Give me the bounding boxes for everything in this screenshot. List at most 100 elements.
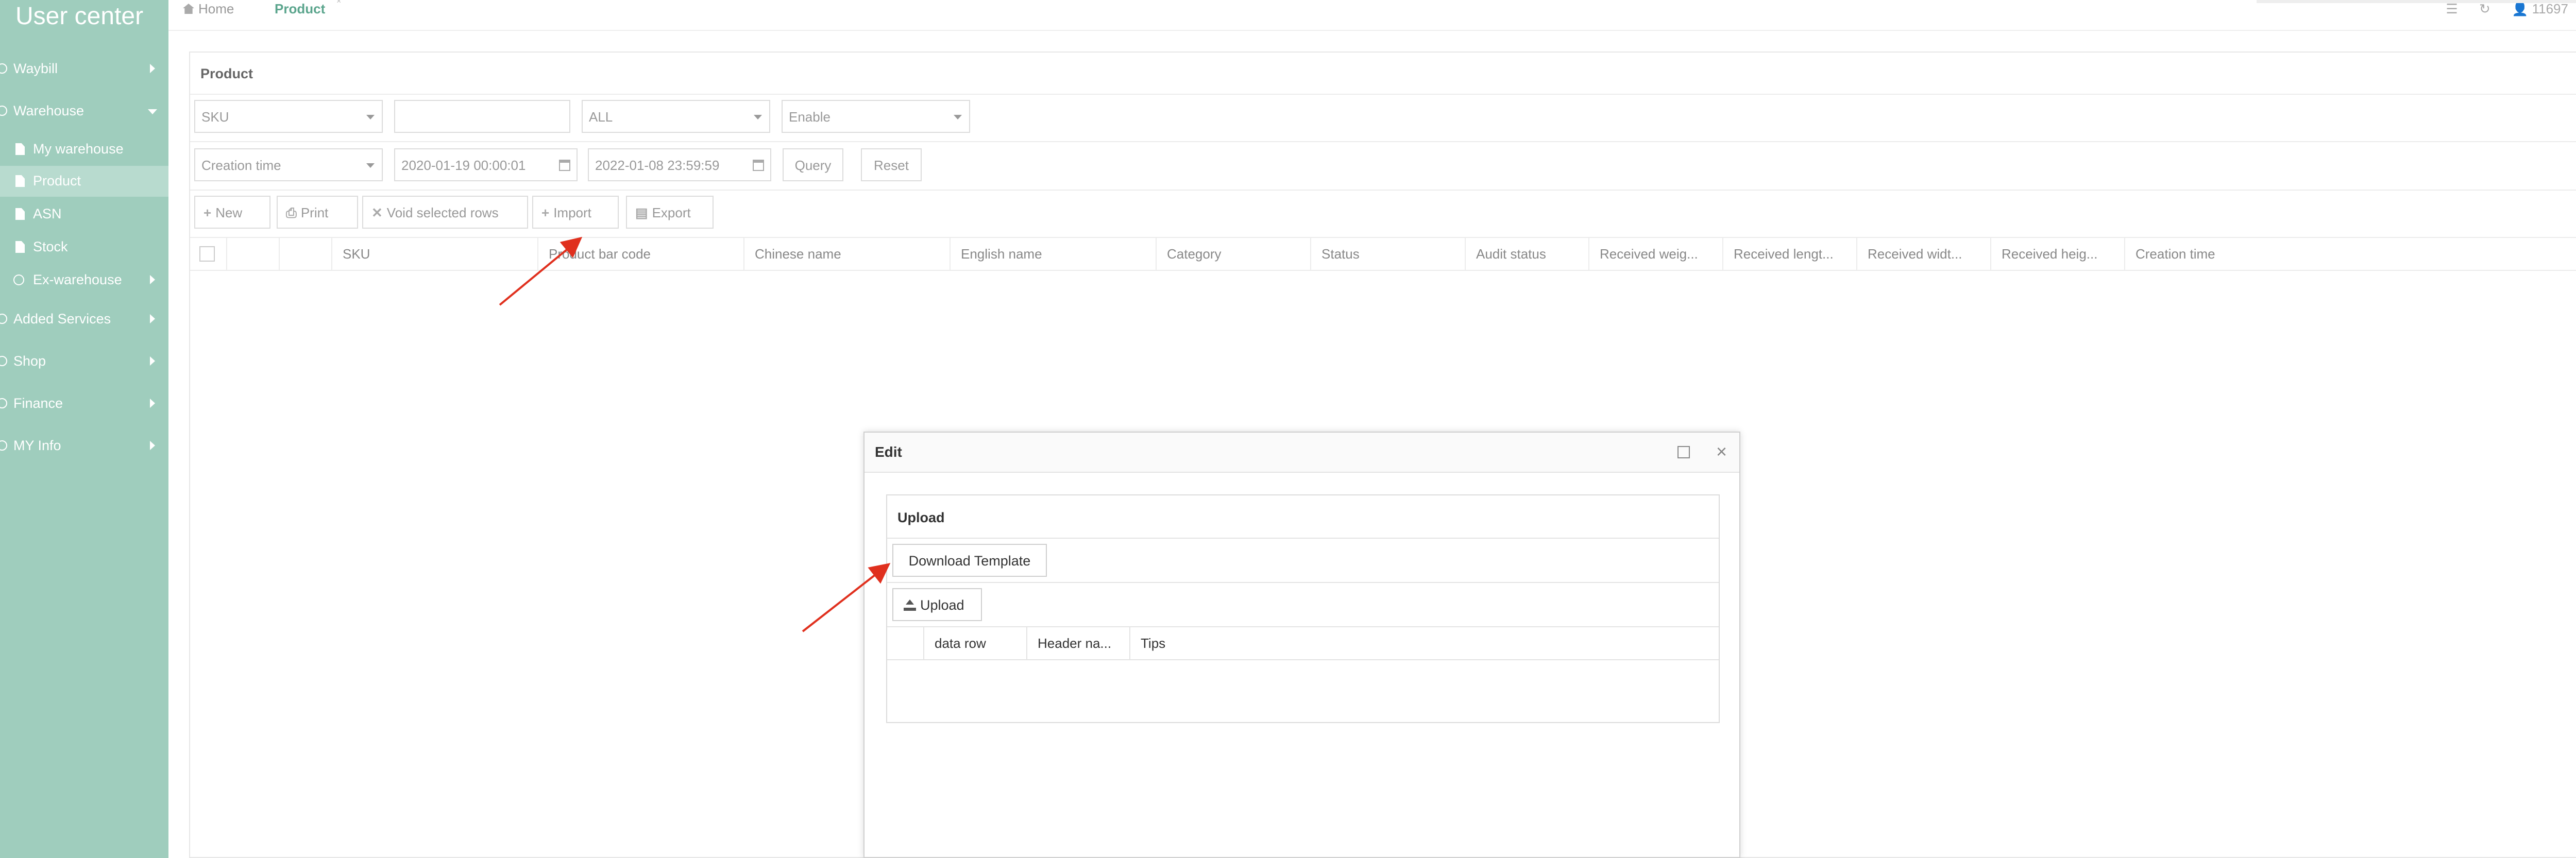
top-bar: Home Product × ☰ ↻ 👤 11697 ⇥ <box>168 0 2576 31</box>
user-menu[interactable]: 👤 11697 <box>2512 1 2568 16</box>
column-header-received-height[interactable]: Received heig... <box>1991 238 2125 270</box>
button-label: Query <box>794 158 832 173</box>
tab-product[interactable]: Product <box>275 1 325 17</box>
column-header-header-name[interactable]: Header na... <box>1027 627 1130 659</box>
column-label: Received lengt... <box>1734 246 1834 262</box>
column-header-sku[interactable]: SKU <box>332 238 538 270</box>
column-header-category[interactable]: Category <box>1157 238 1311 270</box>
top-right-tools: ☰ ↻ 👤 11697 ⇥ <box>2428 1 2576 17</box>
field-select[interactable]: SKU <box>194 100 383 133</box>
tab-home[interactable]: Home <box>183 1 234 17</box>
column-label: Category <box>1167 246 1222 262</box>
import-button[interactable]: + Import <box>532 196 619 229</box>
refresh-icon[interactable]: ↻ <box>2479 1 2490 16</box>
chevron-down-icon <box>954 115 962 119</box>
close-icon: ✕ <box>371 205 383 220</box>
button-label: Upload <box>920 597 964 613</box>
download-template-button[interactable]: Download Template <box>892 544 1047 577</box>
column-header-chinese-name[interactable]: Chinese name <box>744 238 951 270</box>
column-label: Status <box>1321 246 1360 262</box>
caret-down-icon <box>148 109 157 114</box>
column-header-received-width[interactable]: Received widt... <box>1857 238 1991 270</box>
print-button[interactable]: ⎙ Print <box>277 196 358 229</box>
column-label: Creation time <box>2136 246 2215 262</box>
button-label: Print <box>300 205 329 220</box>
submenu-label: Ex-warehouse <box>33 272 122 287</box>
submenu-item-product[interactable]: Product <box>0 166 168 197</box>
user-icon: 👤 <box>2511 1 2529 16</box>
menu-label: Shop <box>13 353 46 369</box>
menu-item-warehouse[interactable]: Warehouse <box>0 95 168 128</box>
button-label: Import <box>553 205 591 220</box>
dialog-header: Edit × <box>865 433 1739 473</box>
reset-button[interactable]: Reset <box>861 148 922 181</box>
select-value: ALL <box>589 109 613 125</box>
column-label: SKU <box>343 246 370 262</box>
submenu-label: My warehouse <box>33 141 124 157</box>
type-select[interactable]: ALL <box>582 100 770 133</box>
column-header-english-name[interactable]: English name <box>951 238 1157 270</box>
grid-header: SKU Product bar code Chinese name Englis… <box>190 237 2576 271</box>
upload-icon <box>904 599 916 611</box>
divider <box>190 190 2576 191</box>
column-header-tips[interactable]: Tips <box>1130 627 1719 659</box>
tab-close-icon[interactable]: × <box>336 0 341 6</box>
query-button[interactable]: Query <box>783 148 843 181</box>
upload-section: Upload Download Template Upload data row… <box>886 494 1720 723</box>
menu-item-my-info[interactable]: MY Info <box>0 430 168 462</box>
column-label: Received heig... <box>2002 246 2098 262</box>
date-from-input[interactable]: 2020-01-19 00:00:01 <box>394 148 578 181</box>
column-label: Tips <box>1141 636 1166 651</box>
menu-item-waybill[interactable]: Waybill <box>0 53 168 85</box>
column-label: Header na... <box>1038 636 1112 651</box>
select-all-checkbox[interactable] <box>199 246 215 262</box>
upload-button[interactable]: Upload <box>892 588 982 621</box>
print-icon: ⎙ <box>286 205 297 220</box>
status-select[interactable]: Enable <box>782 100 970 133</box>
close-icon[interactable]: × <box>1716 441 1727 462</box>
column-header-creation-time[interactable]: Creation time <box>2125 238 2576 270</box>
button-label: Export <box>652 205 691 220</box>
maximize-icon[interactable] <box>1677 446 1690 458</box>
export-button[interactable]: ▤ Export <box>626 196 714 229</box>
menu-item-added-services[interactable]: Added Services <box>0 303 168 336</box>
plus-icon: + <box>204 205 212 220</box>
column-header-status[interactable]: Status <box>1311 238 1466 270</box>
caret-right-icon <box>150 399 155 408</box>
circle-icon <box>0 63 7 74</box>
submenu-item-asn[interactable]: ASN <box>0 199 168 230</box>
date-field-select[interactable]: Creation time <box>194 148 383 181</box>
upload-grid-header: data row Header na... Tips <box>887 626 1719 660</box>
new-button[interactable]: + New <box>194 196 270 229</box>
column-label: Chinese name <box>755 246 841 262</box>
column-label: Product bar code <box>549 246 651 262</box>
column-header-data-row[interactable]: data row <box>924 627 1027 659</box>
menu-label: MY Info <box>13 438 61 453</box>
caret-right-icon <box>150 314 155 323</box>
button-label: Void selected rows <box>386 205 499 220</box>
file-icon <box>15 175 25 187</box>
calendar-icon[interactable] <box>753 160 764 171</box>
calendar-icon[interactable] <box>559 160 570 171</box>
column-header-received-length[interactable]: Received lengt... <box>1723 238 1857 270</box>
menu-item-finance[interactable]: Finance <box>0 387 168 420</box>
column-header-received-weight[interactable]: Received weig... <box>1589 238 1723 270</box>
submenu-label: Stock <box>33 239 68 254</box>
void-selected-rows-button[interactable]: ✕ Void selected rows <box>362 196 528 229</box>
submenu-item-my-warehouse[interactable]: My warehouse <box>0 134 168 165</box>
column-header-product-bar-code[interactable]: Product bar code <box>538 238 744 270</box>
select-value: Enable <box>789 109 831 125</box>
edit-dialog: Edit × Upload Download Template Upload d… <box>863 432 1740 858</box>
user-id: 11697 <box>2532 1 2568 16</box>
circle-icon <box>13 274 24 285</box>
chevron-down-icon <box>366 115 375 119</box>
submenu-item-stock[interactable]: Stock <box>0 232 168 263</box>
submenu-item-ex-warehouse[interactable]: Ex-warehouse <box>0 265 168 296</box>
list-icon[interactable]: ☰ <box>2446 1 2458 16</box>
tab-label: Home <box>198 1 234 16</box>
circle-icon <box>0 440 7 451</box>
date-to-input[interactable]: 2022-01-08 23:59:59 <box>588 148 771 181</box>
column-header-audit-status[interactable]: Audit status <box>1466 238 1589 270</box>
menu-item-shop[interactable]: Shop <box>0 345 168 378</box>
keyword-input[interactable] <box>394 100 570 133</box>
